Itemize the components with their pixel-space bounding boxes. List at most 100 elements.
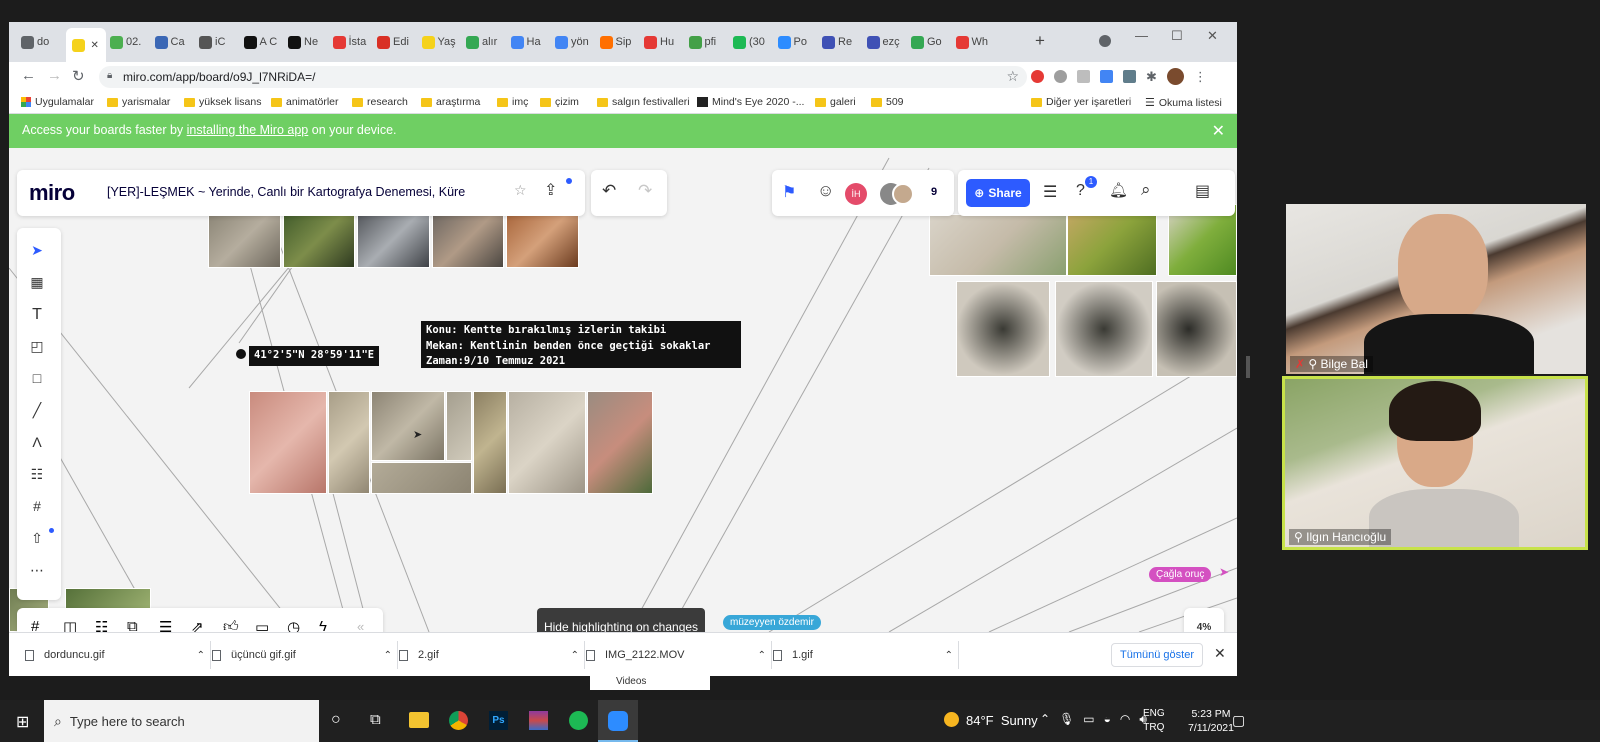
menu-dots-icon[interactable]: ⋮ — [1194, 69, 1207, 85]
browser-tab[interactable]: Wh — [955, 32, 997, 52]
browser-tab[interactable]: Ha — [510, 32, 552, 52]
download-options-chevron-icon[interactable]: ⌃ — [384, 650, 392, 661]
photo-leaves-sketch[interactable] — [929, 214, 1067, 276]
select-tool-icon[interactable]: ➤ — [29, 242, 45, 259]
forward-icon[interactable]: → — [47, 67, 62, 84]
bookmark-folder[interactable]: 509 — [871, 96, 904, 108]
microphone-icon[interactable]: 🎙︎ — [1059, 712, 1074, 727]
notifications-bell-icon[interactable]: 🔔︎ — [1109, 181, 1128, 199]
redo-icon[interactable]: ↷ — [638, 181, 652, 201]
tray-expand-icon[interactable]: ⌃ — [1040, 712, 1050, 727]
photo-print-2[interactable] — [1055, 281, 1153, 377]
zoom-taskbar-button[interactable] — [598, 700, 638, 742]
browser-tab[interactable]: iC — [199, 32, 240, 52]
maximize-icon[interactable]: ☐ — [1171, 28, 1183, 44]
shape-tool-icon[interactable]: □ — [29, 370, 45, 386]
export-icon[interactable]: ⇪ — [544, 180, 557, 200]
pane-resize-handle[interactable] — [1246, 356, 1250, 378]
close-banner-icon[interactable]: ✕ — [1212, 121, 1225, 141]
reactions-icon[interactable]: ☺ — [817, 181, 834, 201]
board-menu-icon[interactable]: ▤ — [1195, 181, 1210, 201]
weather-text[interactable]: 84°F Sunny — [966, 713, 1038, 728]
photo-print-1[interactable] — [956, 281, 1050, 377]
extension-icon[interactable] — [1077, 70, 1090, 83]
undo-icon[interactable]: ↶ — [602, 181, 616, 201]
browser-tab[interactable]: A C — [243, 32, 285, 52]
browser-tab[interactable]: yön — [555, 32, 596, 52]
text-tool-icon[interactable]: T — [29, 306, 45, 324]
minimize-icon[interactable]: — — [1135, 28, 1148, 43]
browser-tab[interactable]: Sip — [599, 32, 641, 52]
timer-icon[interactable]: ◷ — [287, 618, 300, 632]
battery-icon[interactable]: ▭ — [1083, 712, 1094, 727]
back-icon[interactable]: ← — [21, 67, 36, 84]
file-explorer-icon[interactable] — [409, 712, 429, 728]
bookmark-folder[interactable]: animatörler — [271, 96, 339, 108]
browser-tab[interactable]: (30 — [733, 32, 774, 52]
photo-print-3[interactable] — [1156, 281, 1237, 377]
settings-sliders-icon[interactable]: ☰ — [1043, 182, 1057, 202]
close-tab-icon[interactable]: ✕ — [91, 40, 99, 51]
voting-thumb-icon[interactable]: 👍︎ — [223, 618, 239, 632]
browser-tab[interactable]: Go — [911, 32, 952, 52]
extension-icon[interactable] — [1100, 70, 1113, 83]
photo-line-trace[interactable] — [371, 462, 472, 494]
chrome-icon[interactable] — [449, 711, 468, 730]
browser-tab-active[interactable]: ✕ — [65, 28, 106, 62]
bring-collaborators-icon[interactable]: ⚑ — [782, 182, 796, 202]
upload-tool-icon[interactable]: ⇧ — [29, 530, 45, 547]
collaborators-count[interactable]: 9 — [931, 186, 937, 198]
browser-tab[interactable]: alır — [466, 32, 507, 52]
bookmark-folder[interactable]: Mind's Eye 2020 -... — [697, 96, 804, 108]
language-indicator[interactable]: ENG TRQ — [1143, 707, 1165, 735]
list-icon[interactable]: ☰ — [159, 618, 172, 632]
collapse-toolbar-icon[interactable]: « — [357, 619, 364, 632]
cards-icon[interactable]: ⧉ — [127, 618, 138, 632]
photo-graffiti[interactable] — [508, 391, 586, 494]
help-icon[interactable]: ? — [1076, 182, 1085, 200]
browser-tab[interactable]: 02. — [110, 32, 151, 52]
share-button[interactable]: ⊕ Share — [966, 179, 1030, 207]
photo-plants[interactable] — [283, 210, 355, 268]
wifi-icon[interactable]: ◠ — [1120, 712, 1130, 727]
browser-tab[interactable]: Edi — [377, 32, 418, 52]
windows-start-icon[interactable]: ⊞ — [16, 712, 29, 732]
miro-logo[interactable]: miro — [29, 180, 75, 206]
bookmark-folder[interactable]: research — [352, 96, 408, 108]
bookmark-folder[interactable]: imç — [497, 96, 528, 108]
tab-search-icon[interactable] — [1099, 35, 1111, 47]
download-item[interactable]: IMG_2122.MOV ⌃ — [586, 645, 766, 665]
download-item[interactable]: dorduncu.gif ⌃ — [25, 645, 205, 665]
other-bookmarks[interactable]: Diğer yer işaretleri — [1031, 96, 1131, 108]
browser-tab[interactable]: Po — [777, 32, 819, 52]
search-icon[interactable]: ⌕ — [1141, 180, 1151, 200]
browser-tab[interactable]: Ca — [154, 32, 196, 52]
puzzle-icon[interactable]: ✱ — [1146, 69, 1157, 85]
user-avatar[interactable]: İH — [845, 183, 867, 205]
install-app-link[interactable]: installing the Miro app — [187, 123, 309, 137]
extension-icon[interactable] — [1123, 70, 1136, 83]
present-icon[interactable]: ◫ — [63, 618, 77, 632]
sticky-note-tool-icon[interactable]: ◰ — [29, 338, 45, 355]
new-tab-icon[interactable]: + — [1035, 31, 1045, 51]
browser-tab[interactable]: Yaş — [421, 32, 463, 52]
bookmark-folder[interactable]: araştırma — [421, 96, 480, 108]
comment-tool-icon[interactable]: ☷ — [29, 466, 45, 483]
spotify-icon[interactable] — [569, 711, 588, 730]
zoom-indicator[interactable]: 4% — [1184, 608, 1224, 632]
embed-icon[interactable]: ⇗ — [191, 618, 204, 632]
browser-tab[interactable]: do — [21, 32, 62, 52]
participant-video-tile[interactable]: ✗ ⚲ Bilge Bal — [1286, 204, 1586, 374]
coordinate-label[interactable]: 41°2'5"N 28°59'11"E — [249, 346, 380, 366]
comments-icon[interactable]: ☷ — [95, 618, 108, 632]
network-icon[interactable]: ◒ — [1104, 712, 1111, 727]
apps-shortcut[interactable]: Uygulamalar — [21, 96, 94, 108]
photo-pavement-trace[interactable] — [328, 391, 370, 494]
more-tools-icon[interactable]: ⋯ — [29, 562, 45, 579]
photo-hand[interactable] — [432, 210, 504, 268]
photo-soil[interactable] — [506, 210, 579, 268]
show-all-downloads-button[interactable]: Tümünü göster — [1111, 643, 1203, 667]
browser-tab[interactable]: ezç — [866, 32, 908, 52]
active-speaker-video-tile[interactable]: ⚲ Ilgın Hancıoğlu — [1282, 376, 1588, 550]
board-title[interactable]: [YER]-LEŞMEK ~ Yerinde, Canlı bir Kartog… — [107, 185, 509, 199]
